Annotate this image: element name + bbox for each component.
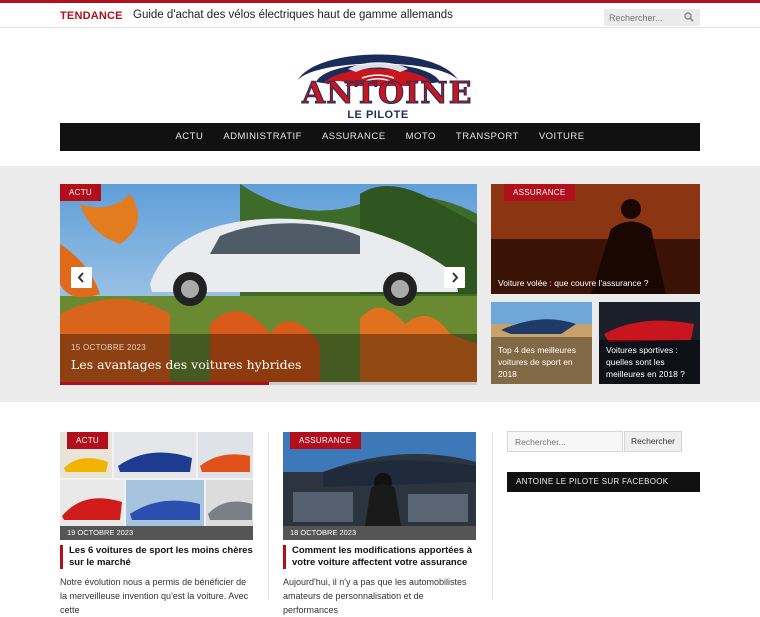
side-card-sports-cars[interactable]: Top 4 des meilleures voitures de sport e…: [491, 302, 592, 384]
post-image[interactable]: ASSURANCE: [283, 432, 476, 526]
top-search-box: [604, 9, 700, 26]
side-card-best-sports-cars[interactable]: Voitures sportives : quelles sont les me…: [599, 302, 700, 384]
slider-category-badge[interactable]: ACTU: [60, 184, 101, 201]
slider-progress-fill: [60, 382, 269, 385]
nav-item-moto[interactable]: MOTO: [396, 123, 446, 151]
post-date: 19 OCTOBRE 2023: [60, 526, 253, 540]
chevron-right-icon: [452, 272, 459, 283]
slider-prev-button[interactable]: [71, 267, 92, 288]
top-search-input[interactable]: [604, 9, 682, 26]
side-card-title[interactable]: Top 4 des meilleures voitures de sport e…: [498, 344, 584, 380]
slider-next-button[interactable]: [444, 267, 465, 288]
chevron-left-icon: [77, 272, 84, 283]
trending-label: TENDANCE: [60, 10, 123, 22]
hybrid-car-image: [60, 184, 477, 385]
slider-date: 15 OCTOBRE 2023: [71, 343, 147, 352]
sidebar-search-button[interactable]: Rechercher: [624, 431, 682, 452]
trending-link[interactable]: Guide d'achat des vélos électriques haut…: [133, 9, 453, 21]
post-excerpt: Aujourd'hui, il n'y a pas que les automo…: [283, 577, 467, 615]
main-nav: ACTU ADMINISTRATIF ASSURANCE MOTO TRANSP…: [60, 123, 700, 151]
top-bar: TENDANCE Guide d'achat des vélos électri…: [0, 0, 760, 28]
site-logo[interactable]: ANTOINE LE PILOTE: [288, 36, 473, 126]
post-title[interactable]: Comment les modifications apportées à vo…: [283, 545, 476, 569]
post-date: 18 OCTOBRE 2023: [283, 526, 476, 540]
post-excerpt: Notre évolution nous a permis de bénéfic…: [60, 577, 249, 615]
nav-item-voiture[interactable]: VOITURE: [529, 123, 595, 151]
search-icon[interactable]: [684, 12, 694, 22]
slider-progress-track: [60, 382, 477, 385]
nav-item-assurance[interactable]: ASSURANCE: [312, 123, 396, 151]
post-image[interactable]: ACTU: [60, 432, 253, 526]
column-divider: [268, 432, 269, 600]
facebook-widget-title: ANTOINE LE PILOTE SUR FACEBOOK: [507, 472, 700, 492]
sidebar-search-input[interactable]: [507, 431, 623, 452]
column-divider: [492, 432, 493, 600]
featured-slider[interactable]: ACTU 15 OCTOBRE 2023 Les avantages des v…: [60, 184, 477, 385]
side-card-title[interactable]: Voiture volée : que couvre l'assurance ?: [498, 277, 648, 289]
nav-item-transport[interactable]: TRANSPORT: [446, 123, 529, 151]
side-card-category-badge[interactable]: ASSURANCE: [504, 184, 575, 201]
post-title[interactable]: Les 6 voitures de sport les moins chères…: [60, 545, 253, 569]
logo-title: ANTOINE: [302, 76, 473, 112]
side-card-title[interactable]: Voitures sportives : quelles sont les me…: [606, 344, 692, 380]
post-category-badge[interactable]: ACTU: [67, 432, 108, 449]
nav-item-actu[interactable]: ACTU: [165, 123, 213, 151]
logo-subtitle: LE PILOTE: [347, 109, 409, 121]
side-card-stolen-car[interactable]: ASSURANCE Voiture volée : que couvre l'a…: [491, 184, 700, 294]
post-category-badge[interactable]: ASSURANCE: [290, 432, 361, 449]
slider-title[interactable]: Les avantages des voitures hybrides: [71, 357, 301, 372]
nav-item-administratif[interactable]: ADMINISTRATIF: [213, 123, 312, 151]
